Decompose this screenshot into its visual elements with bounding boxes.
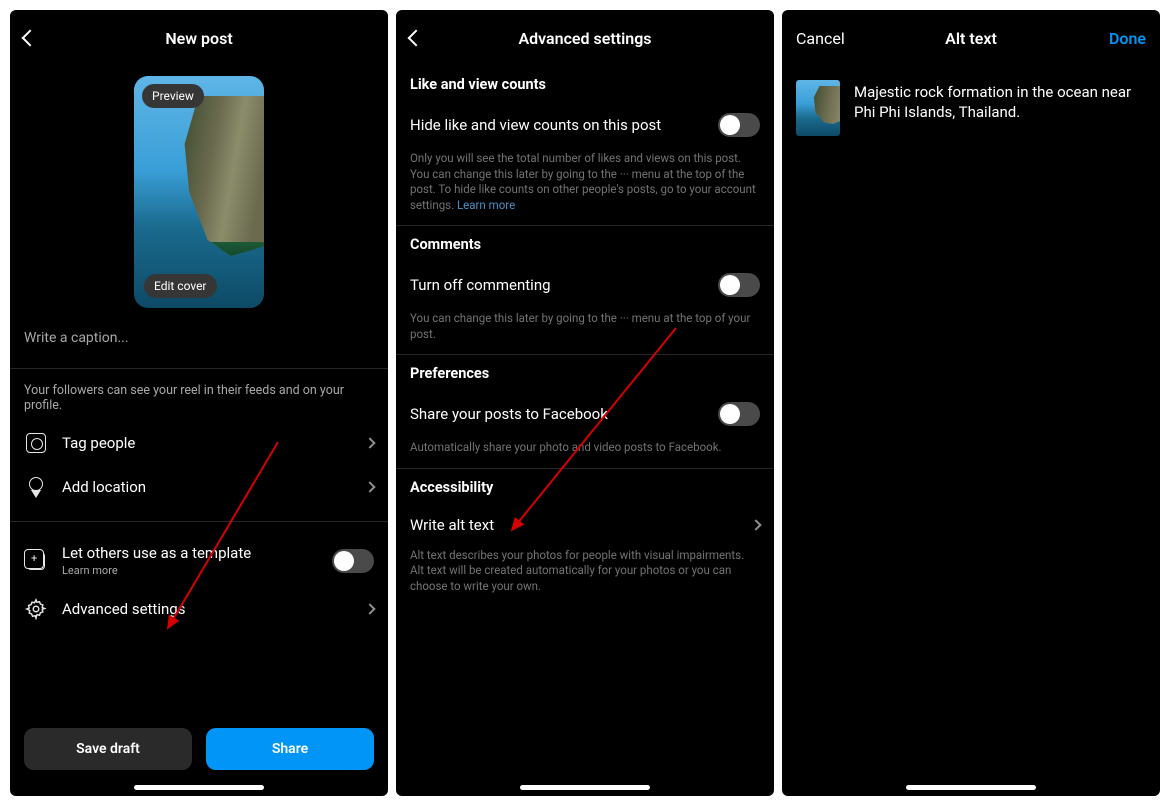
header: Cancel Alt text Done [782,10,1160,66]
tag-people-row[interactable]: Tag people [10,421,388,465]
edit-cover-button[interactable]: Edit cover [144,274,217,298]
turn-off-commenting-help: You can change this later by going to th… [396,311,774,354]
template-icon [24,549,48,573]
home-indicator[interactable] [134,785,264,790]
hide-counts-label: Hide like and view counts on this post [410,116,661,134]
section-accessibility: Accessibility [396,469,774,502]
photo-thumbnail[interactable] [796,80,840,136]
section-preferences: Preferences [396,355,774,388]
share-to-facebook-row: Share your posts to Facebook [396,388,774,440]
learn-more-link[interactable]: Learn more [457,198,515,212]
rock-image [180,96,264,256]
home-indicator[interactable] [520,785,650,790]
turn-off-commenting-toggle[interactable] [718,273,760,297]
page-title: Advanced settings [518,29,651,48]
turn-off-commenting-row: Turn off commenting [396,259,774,311]
section-like-counts: Like and view counts [396,66,774,99]
followers-visibility-note: Your followers can see your reel in thei… [10,369,388,421]
tag-people-label: Tag people [62,434,352,452]
chevron-left-icon [408,30,425,47]
template-toggle[interactable] [332,549,374,573]
share-to-facebook-toggle[interactable] [718,402,760,426]
turn-off-commenting-label: Turn off commenting [410,276,551,294]
share-to-facebook-label: Share your posts to Facebook [410,405,608,423]
save-draft-button[interactable]: Save draft [24,728,192,770]
caption-placeholder: Write a caption... [24,330,129,346]
page-title: New post [165,29,232,48]
header: New post [10,10,388,66]
advanced-settings-row[interactable]: Advanced settings [10,587,388,631]
chevron-left-icon [22,30,39,47]
back-button[interactable] [410,10,422,66]
rock-image [812,86,840,124]
bottom-button-bar: Save draft Share [24,728,374,770]
toggle-knob [334,551,354,571]
share-to-facebook-help: Automatically share your photo and video… [396,440,774,468]
chevron-right-icon [364,437,375,448]
done-button[interactable]: Done [1109,10,1146,66]
section-comments: Comments [396,226,774,259]
back-button[interactable] [24,10,36,66]
alt-text-row: Majestic rock formation in the ocean nea… [782,66,1160,150]
caption-input[interactable]: Write a caption... [10,308,388,368]
preview-button[interactable]: Preview [142,84,204,108]
write-alt-text-label: Write alt text [410,516,494,534]
template-label: Let others use as a template [62,544,318,562]
add-location-label: Add location [62,478,352,496]
share-button[interactable]: Share [206,728,374,770]
chevron-right-icon [364,603,375,614]
write-alt-text-help: Alt text describes your photos for peopl… [396,548,774,607]
page-title: Alt text [945,29,997,48]
alt-text-input[interactable]: Majestic rock formation in the ocean nea… [854,80,1146,123]
gear-icon [24,597,48,621]
reel-preview-container: Preview Edit cover [10,76,388,308]
chevron-right-icon [750,519,761,530]
hide-counts-row: Hide like and view counts on this post [396,99,774,151]
screen-new-post: New post Preview Edit cover Write a capt… [10,10,388,796]
screen-advanced-settings: Advanced settings Like and view counts H… [396,10,774,796]
template-learn-more-link[interactable]: Learn more [62,564,318,577]
screen-alt-text: Cancel Alt text Done Majestic rock forma… [782,10,1160,796]
hide-counts-help: Only you will see the total number of li… [396,151,774,225]
write-alt-text-row[interactable]: Write alt text [396,502,774,548]
add-location-row[interactable]: Add location [10,465,388,509]
header: Advanced settings [396,10,774,66]
template-row[interactable]: Let others use as a template Learn more [10,534,388,587]
home-indicator[interactable] [906,785,1036,790]
cancel-button[interactable]: Cancel [796,10,845,66]
hide-counts-toggle[interactable] [718,113,760,137]
tag-people-icon [24,431,48,455]
reel-preview[interactable]: Preview Edit cover [134,76,264,308]
chevron-right-icon [364,481,375,492]
location-pin-icon [24,475,48,499]
advanced-settings-label: Advanced settings [62,600,352,618]
